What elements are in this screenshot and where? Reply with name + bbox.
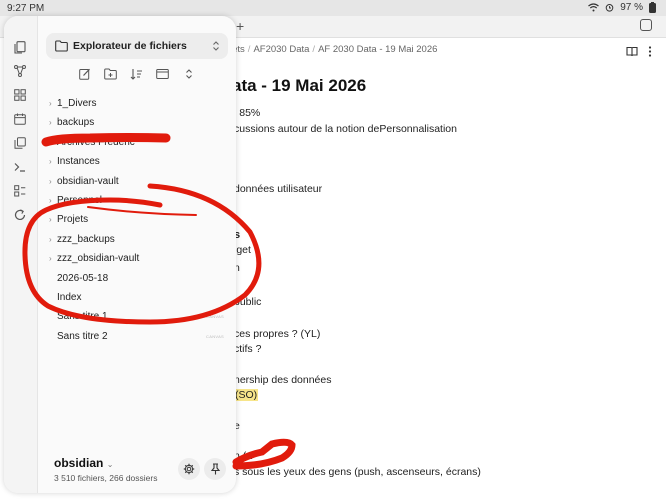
tree-folder[interactable]: › 1_Divers: [46, 95, 228, 113]
tree-folder[interactable]: › Archives Frédéric: [46, 134, 228, 152]
tree-file[interactable]: 2026-05-18: [46, 270, 228, 288]
wifi-icon: [588, 3, 600, 12]
explorer-title: Explorateur de fichiers: [73, 40, 187, 52]
tree-item-label: Personnel: [57, 195, 103, 206]
tree-item-label: Sans titre 1: [57, 311, 108, 323]
vault-stats: 3 510 fichiers, 266 dossiers: [54, 473, 158, 483]
copy-icon[interactable]: [13, 136, 27, 150]
tree-item-label: Projets: [57, 214, 89, 226]
note-title[interactable]: ata - 19 Mai 2026: [232, 76, 366, 96]
note-line[interactable]: nership des données: [234, 374, 332, 386]
alarm-icon: [605, 3, 614, 12]
new-folder-icon[interactable]: [104, 67, 117, 80]
tree-item-label: backups: [57, 117, 95, 129]
calendar-icon[interactable]: [13, 112, 27, 126]
chevron-down-icon: ⌄: [106, 460, 114, 469]
gear-icon: [183, 463, 195, 475]
tree-item-label: 2026-05-18: [57, 272, 109, 284]
terminal-icon[interactable]: [13, 160, 27, 174]
vault-name: obsidian: [54, 456, 104, 470]
note-line[interactable]: lget: [234, 244, 251, 256]
new-tab-button[interactable]: +: [236, 18, 244, 34]
tree-file[interactable]: Sans titre 2 CANVAS: [46, 328, 228, 346]
explorer-selector[interactable]: Explorateur de fichiers: [46, 33, 228, 59]
battery-icon: [649, 2, 656, 13]
note-line[interactable]: n (a: [234, 450, 252, 462]
sort-icon[interactable]: [130, 67, 143, 80]
tree-item-label: Index: [57, 292, 82, 303]
vault-switcher[interactable]: obsidian ⌄: [54, 456, 113, 470]
note-line[interactable]: ctifs ?: [234, 343, 261, 355]
tree-item-label: Archives Frédéric: [57, 136, 135, 148]
note-line[interactable]: ces propres ? (YL): [234, 328, 320, 340]
settings-button[interactable]: [178, 458, 200, 480]
explorer-toolbar: [78, 67, 195, 80]
reading-view-icon[interactable]: [626, 44, 638, 62]
chevron-right-icon: ›: [49, 234, 52, 244]
chevron-right-icon: ›: [49, 137, 52, 147]
status-right: 97 %: [588, 2, 656, 13]
tree-item-label: obsidian-vault: [57, 175, 119, 187]
chevron-up-down-icon: [212, 39, 220, 57]
graph-icon[interactable]: [13, 64, 27, 78]
tree-item-label: zzz_backups: [57, 233, 115, 245]
files-icon[interactable]: [13, 40, 27, 54]
battery-percent: 97 %: [620, 2, 643, 13]
note-line[interactable]: (SO): [234, 389, 259, 401]
tree-item-label: Sans titre 2: [57, 330, 108, 342]
tree-folder[interactable]: › zzz_obsidian-vault: [46, 250, 228, 268]
collapse-icon[interactable]: [156, 67, 169, 80]
new-note-icon[interactable]: [78, 67, 91, 80]
more-options-icon[interactable]: [648, 44, 652, 62]
folder-icon: [55, 39, 68, 57]
chevron-right-icon: ›: [49, 176, 52, 186]
file-explorer-drawer: Explorateur de fichiers › 1_Divers › backup…: [4, 16, 236, 493]
highlight-text: (SO): [234, 389, 259, 401]
chevron-right-icon: ›: [49, 157, 52, 167]
sync-icon[interactable]: [13, 208, 27, 222]
note-line[interactable]: données utilisateur: [234, 183, 322, 195]
breadcrumb: jets / AF2030 Data / AF 2030 Data - 19 Mai 2…: [230, 44, 438, 55]
breadcrumb-item[interactable]: AF 2030 Data - 19 Mai 2026: [318, 44, 437, 55]
tree-folder[interactable]: › obsidian-vault: [46, 173, 228, 191]
chevron-right-icon: ›: [49, 215, 52, 225]
tree-folder[interactable]: › Instances: [46, 153, 228, 171]
note-line[interactable]: l 85%: [234, 107, 260, 119]
status-bar: 9:27 PM 97 %: [0, 0, 666, 16]
file-type-tag: CANVAS: [206, 314, 224, 320]
tree-item-label: Instances: [57, 156, 100, 168]
tree-item-label: 1_Divers: [57, 98, 97, 109]
tree-file[interactable]: Sans titre 1 CANVAS: [46, 308, 228, 326]
tab-list-icon[interactable]: [640, 19, 652, 31]
chevron-right-icon: ›: [49, 99, 52, 108]
tree-folder[interactable]: › backups: [46, 114, 228, 132]
expand-icon[interactable]: [182, 67, 195, 80]
file-type-tag: CANVAS: [206, 333, 224, 339]
chevron-right-icon: ›: [49, 196, 52, 205]
tree-folder[interactable]: › Projets: [46, 211, 228, 229]
pin-icon: [210, 463, 220, 475]
canvas-icon[interactable]: [13, 88, 27, 102]
template-icon[interactable]: [13, 184, 27, 198]
tree-file[interactable]: Index: [46, 289, 228, 307]
note-line[interactable]: cussions autour de la notion dePersonnal…: [234, 123, 457, 135]
status-time: 9:27 PM: [7, 3, 45, 14]
view-actions: [626, 44, 652, 62]
tree-item-label: zzz_obsidian-vault: [57, 253, 140, 265]
tree-folder[interactable]: › zzz_backups: [46, 231, 228, 249]
tree-folder[interactable]: › Personnel: [46, 192, 228, 210]
pin-button[interactable]: [204, 458, 226, 480]
chevron-right-icon: ›: [49, 118, 52, 128]
note-line[interactable]: public: [234, 296, 261, 308]
note-line[interactable]: s sous les yeux des gens (push, ascenseu…: [234, 466, 481, 478]
ribbon: [4, 16, 38, 493]
breadcrumb-item[interactable]: AF2030 Data: [253, 44, 309, 55]
chevron-right-icon: ›: [49, 254, 52, 264]
